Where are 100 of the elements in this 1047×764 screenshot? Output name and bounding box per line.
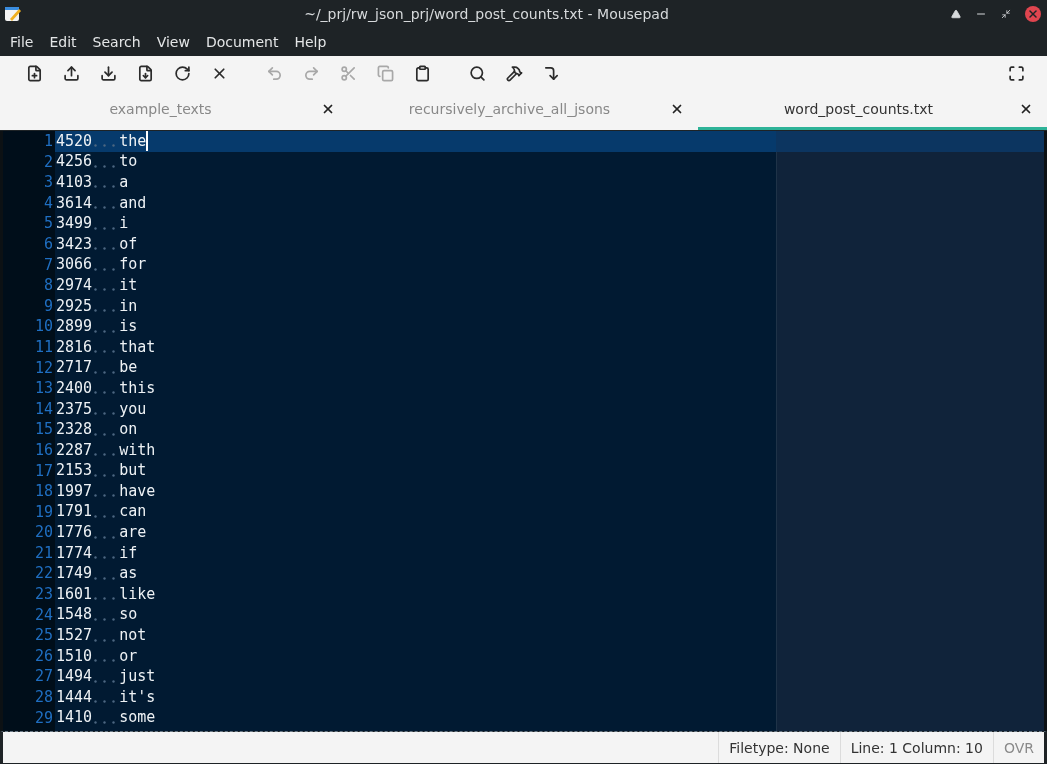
reload-icon: [174, 64, 191, 82]
tab-marker-icon: [94, 288, 118, 292]
word-text: as: [119, 564, 138, 584]
hammer-icon: [506, 64, 523, 82]
cursor-position: Line: 1 Column: 10: [839, 732, 993, 763]
line-number: 3: [42, 172, 54, 193]
line-number: 12: [33, 357, 54, 379]
line-number: 27: [33, 666, 54, 688]
word-text: to: [119, 152, 138, 172]
menu-item[interactable]: Help: [286, 34, 335, 50]
word-text: and: [119, 193, 147, 213]
line-number: 19: [33, 501, 54, 523]
count-text: 1510: [56, 646, 93, 666]
fullscreen-icon: [1008, 64, 1025, 82]
count-text: 2899: [56, 317, 93, 337]
count-text: 1601: [56, 584, 93, 604]
word-text: can: [119, 502, 147, 522]
tab-marker-icon: [94, 535, 118, 539]
count-text: 1444: [56, 687, 93, 707]
line-number: 8: [42, 275, 54, 296]
line-number: 21: [33, 542, 54, 564]
tab-marker-icon: [94, 617, 118, 621]
tab-marker-icon: [94, 494, 118, 498]
count-text: 1791: [56, 502, 93, 522]
count-text: 1774: [56, 543, 93, 563]
count-text: 2328: [56, 420, 93, 440]
count-text: 2375: [56, 399, 93, 419]
new-file-icon: [26, 64, 43, 82]
word-text: is: [119, 317, 138, 337]
line-number: 9: [42, 295, 54, 317]
tab-marker-icon: [94, 185, 118, 189]
app-icon: [4, 5, 22, 23]
tab-marker-icon: [94, 700, 118, 704]
menu-item[interactable]: Edit: [41, 34, 85, 50]
word-text: you: [119, 399, 147, 419]
window-title: ~/_prj/rw_json_prj/word_post_counts.txt - Mousepad: [303, 6, 670, 22]
clipboard-icon: [414, 64, 431, 82]
filetype-label[interactable]: Filetype: None: [718, 732, 840, 763]
count-text: 2717: [56, 358, 93, 378]
tab-marker-icon: [94, 453, 118, 457]
line-number: 2: [42, 151, 54, 173]
redo-icon: [303, 64, 320, 82]
word-text: i: [119, 214, 129, 234]
restore-icon[interactable]: [1001, 9, 1011, 19]
line-number: 20: [33, 522, 54, 543]
line-number: 5: [42, 213, 54, 234]
tab-marker-icon: [94, 597, 118, 601]
line-number: 28: [33, 687, 54, 708]
word-text: a: [119, 173, 129, 192]
word-text: are: [119, 523, 147, 543]
search-icon: [469, 64, 486, 82]
line-number: 26: [33, 645, 54, 667]
line-number: 15: [33, 419, 54, 440]
word-text: so: [119, 605, 138, 625]
word-text: have: [119, 481, 156, 501]
word-text: it: [119, 275, 138, 295]
count-text: 4103: [56, 173, 93, 192]
tab-marker-icon: [94, 226, 118, 230]
jump-arrow-icon: [543, 64, 560, 82]
line-number: 14: [33, 398, 54, 420]
word-text: this: [119, 378, 156, 398]
line-number: 18: [33, 481, 54, 502]
count-text: 1749: [56, 564, 93, 584]
line-number: 22: [33, 563, 54, 585]
tab-marker-icon: [94, 515, 118, 518]
line-number: 24: [33, 604, 54, 626]
word-text: like: [119, 584, 156, 604]
menu-item[interactable]: Document: [197, 34, 287, 50]
line-number: 7: [42, 254, 54, 276]
word-text: for: [119, 255, 147, 275]
menu-item[interactable]: View: [148, 34, 198, 50]
line-number: 17: [33, 460, 54, 482]
tab-marker-icon: [94, 638, 118, 642]
word-text: be: [119, 358, 138, 378]
word-text: but: [119, 461, 147, 481]
menu-item[interactable]: File: [2, 34, 42, 50]
count-text: 1548: [56, 605, 93, 625]
tab-marker-icon: [94, 267, 118, 271]
tab-marker-icon: [94, 144, 118, 148]
count-text: 2816: [56, 337, 93, 357]
tab-marker-icon: [94, 309, 118, 313]
count-text: 1410: [56, 708, 93, 728]
shade-icon[interactable]: [951, 9, 961, 19]
line-number: 23: [33, 584, 54, 605]
line-number: 10: [33, 316, 54, 337]
word-text: in: [119, 296, 138, 316]
count-text: 1997: [56, 481, 93, 501]
close-button[interactable]: [1025, 6, 1041, 22]
line-number: 1: [42, 131, 54, 152]
scissors-icon: [340, 64, 357, 82]
tab-marker-icon: [94, 412, 118, 415]
word-text: the: [119, 131, 147, 151]
count-text: 4256: [56, 152, 93, 172]
count-text: 4520: [56, 131, 93, 151]
line-number: 11: [33, 336, 54, 358]
word-text: it's: [119, 687, 156, 707]
close-icon: [1027, 8, 1039, 20]
menu-item[interactable]: Search: [84, 34, 149, 50]
word-text: or: [119, 646, 138, 666]
word-text: just: [119, 667, 156, 687]
